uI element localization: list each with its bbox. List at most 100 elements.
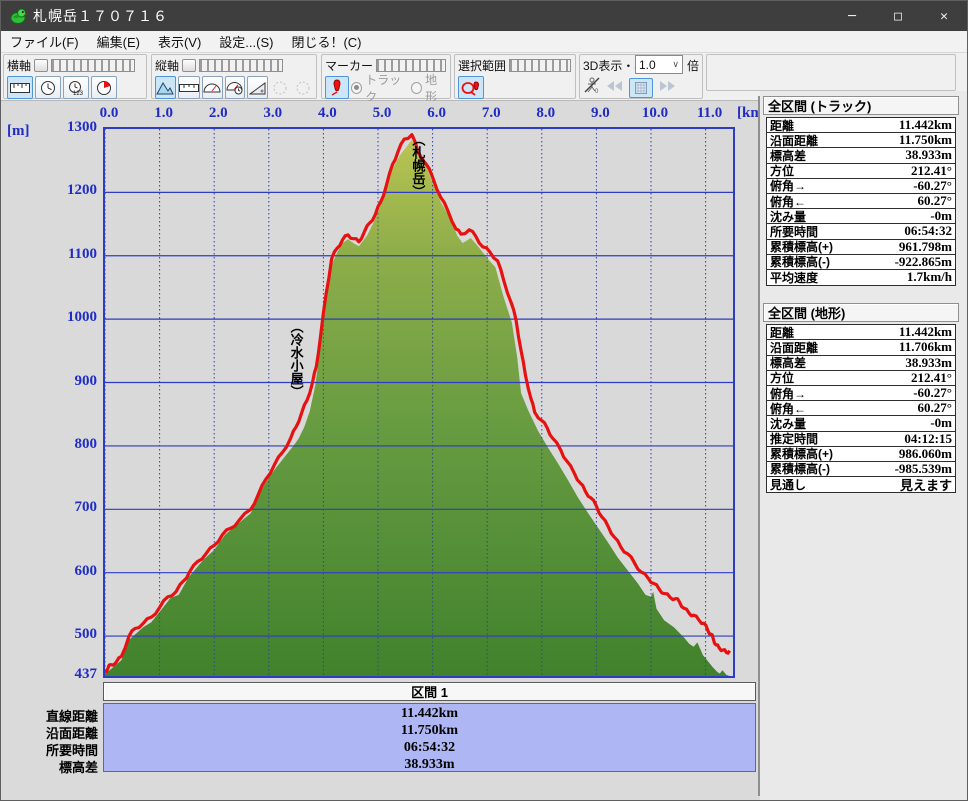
stat-row: 見通し見えます [767, 477, 955, 492]
app-window: 札幌岳１７０７１６ ─ □ ✕ ファイル(F)編集(E)表示(V)設定...(S… [0, 0, 968, 801]
forward-icon [658, 80, 676, 92]
forward-button[interactable] [658, 79, 676, 97]
panel-header-0: 全区間 (トラック) [763, 96, 959, 115]
haxis-distance-button[interactable] [7, 76, 33, 99]
menu-item-3[interactable]: 設定...(S) [210, 30, 282, 53]
selection-slider[interactable] [509, 59, 571, 72]
stat-value: -922.865m [895, 254, 952, 270]
marker-track-radio[interactable]: トラック [351, 71, 409, 105]
vaxis-group: 縦軸 [151, 54, 317, 99]
minimize-button[interactable]: ─ [829, 1, 875, 31]
chart-region: [m] [km] 0.01.02.03.04.05.06.07.08.09.01… [1, 101, 758, 801]
stat-value: 60.27° [918, 400, 952, 416]
clock-number-icon: 123 [67, 80, 85, 96]
stat-value: 38.933m [905, 147, 952, 163]
y-tick-label: 1100 [37, 246, 97, 263]
ghost-icon-1 [272, 80, 288, 96]
walker-3d-button[interactable]: 0 [583, 76, 601, 99]
vaxis-slope-button[interactable] [247, 76, 268, 99]
vaxis-elevation-button[interactable] [155, 76, 176, 99]
stats-panel: 全区間 (トラック) 距離11.442km沿面距離11.750km標高差38.93… [760, 91, 968, 801]
marker-terrain-radio-label: 地形 [425, 71, 447, 105]
vaxis-distance-button[interactable] [178, 76, 200, 99]
y-tick-label: 800 [37, 436, 97, 453]
y-tick-label: 1200 [37, 182, 97, 199]
walker-3d-icon: 0 [583, 76, 601, 94]
marker-pen-button[interactable] [325, 76, 349, 99]
maximize-button[interactable]: □ [875, 1, 921, 31]
haxis-time-pie-button[interactable] [91, 76, 117, 99]
empty-group [706, 54, 956, 91]
haxis-option-button[interactable] [34, 59, 48, 72]
section-header: 区間 1 [103, 682, 756, 701]
annotation-label: （札幌岳） [410, 133, 426, 198]
stat-value: 06:54:32 [904, 223, 952, 239]
marker-group: マーカー トラック 地形 [321, 54, 451, 99]
app-bird-icon [9, 7, 27, 25]
window-title: 札幌岳１７０７１６ [33, 6, 168, 26]
rewind-button[interactable] [606, 79, 624, 97]
selection-label: 選択範囲 [458, 57, 506, 74]
menu-item-4[interactable]: 閉じる！(C) [282, 30, 370, 53]
y-tick-label: 1300 [37, 119, 97, 136]
pause-icon [635, 82, 647, 94]
x-tick-label: 1.0 [147, 105, 181, 122]
stat-value: 212.41° [911, 163, 952, 179]
y-tick-label: 900 [37, 373, 97, 390]
elevation-profile-svg: （札幌岳）（冷水小屋） [105, 129, 733, 676]
vaxis-label: 縦軸 [155, 57, 179, 74]
svg-text:123: 123 [73, 91, 84, 96]
menu-item-2[interactable]: 表示(V) [149, 30, 210, 53]
radio-off-icon [411, 82, 422, 94]
vaxis-speed-button[interactable] [202, 76, 223, 99]
close-button[interactable]: ✕ [921, 1, 967, 31]
menu-item-0[interactable]: ファイル(F) [1, 30, 88, 53]
selection-group: 選択範囲 [454, 54, 576, 99]
x-tick-label: 6.0 [420, 105, 454, 122]
haxis-time-button[interactable] [35, 76, 61, 99]
pause-button[interactable] [629, 78, 653, 98]
stat-row: 標高差38.933m [767, 148, 955, 163]
stat-row: 標高差38.933m [767, 356, 955, 371]
speed-select[interactable]: 1.0 ∨ [635, 55, 683, 74]
section-values-block: 11.442km11.750km06:54:3238.933m [103, 703, 756, 772]
stat-label: 累積標高(-) [770, 253, 830, 270]
marker-track-radio-label: トラック [365, 71, 409, 105]
vaxis-option-button[interactable] [182, 59, 196, 72]
ruler-icon [10, 82, 30, 94]
elevation-plot[interactable]: （札幌岳）（冷水小屋） [103, 127, 735, 678]
vaxis-pace-button[interactable] [225, 76, 246, 99]
lasso-marker-icon [461, 80, 481, 96]
stat-value: -0m [930, 208, 952, 224]
clock-icon [40, 80, 56, 96]
title-bar: 札幌岳１７０７１６ ─ □ ✕ [1, 1, 967, 31]
menu-bar: ファイル(F)編集(E)表示(V)設定...(S)閉じる！(C) [1, 31, 967, 53]
stat-value: 04:12:15 [904, 431, 952, 447]
selection-marker-button[interactable] [458, 76, 484, 99]
panel-header-1: 全区間 (地形) [763, 303, 959, 322]
menu-item-1[interactable]: 編集(E) [88, 30, 149, 53]
slope-icon [249, 81, 267, 95]
x-tick-label: 2.0 [201, 105, 235, 122]
rewind-icon [606, 80, 624, 92]
stat-value: 60.27° [918, 193, 952, 209]
gauge-icon [203, 81, 221, 94]
y-unit-label: [m] [7, 123, 30, 140]
mountain-icon [156, 81, 174, 95]
x-tick-label: 10.0 [638, 105, 672, 122]
section-value: 38.933m [104, 757, 755, 774]
vaxis-extra1-button [270, 76, 290, 99]
haxis-time-number-button[interactable]: 123 [63, 76, 89, 99]
svg-text:0: 0 [595, 89, 599, 94]
stat-label: 見通し [770, 476, 806, 493]
stat-table-0: 距離11.442km沿面距離11.750km標高差38.933m方位212.41… [766, 117, 956, 286]
stat-value: 38.933m [905, 355, 952, 371]
stat-value: -0m [930, 415, 952, 431]
vaxis-zoom-slider[interactable] [199, 59, 283, 72]
marker-terrain-radio[interactable]: 地形 [411, 71, 447, 105]
stat-value: 11.442km [899, 324, 952, 340]
marker-pen-icon [331, 79, 343, 96]
section-value: 11.750km [104, 723, 755, 740]
haxis-zoom-slider[interactable] [51, 59, 135, 72]
stat-table-1: 距離11.442km沿面距離11.706km標高差38.933m方位212.41… [766, 324, 956, 493]
